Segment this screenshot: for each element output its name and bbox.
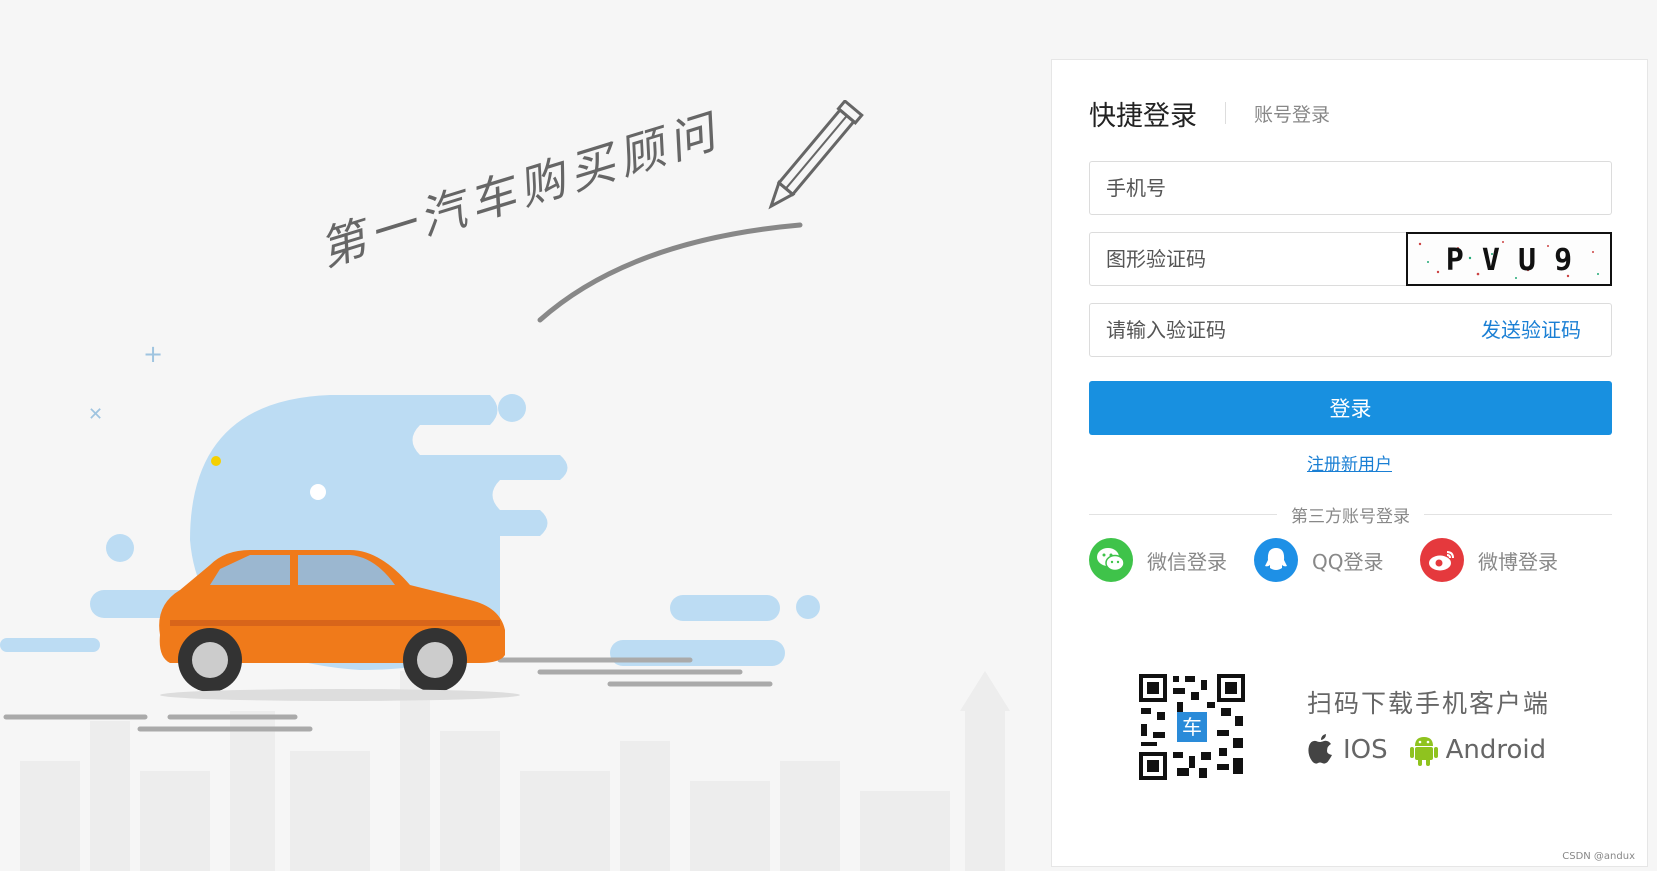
qq-login-label: QQ登录	[1312, 549, 1384, 574]
login-tabs: 快捷登录 账号登录	[1089, 88, 1330, 138]
weibo-login-label: 微博登录	[1478, 549, 1558, 574]
svg-text:✕: ✕	[88, 404, 103, 425]
svg-text:+: +	[143, 340, 163, 368]
login-panel: 快捷登录 账号登录 P V U 9 发送验证码	[1051, 59, 1648, 867]
hero-illustration: 第一汽车购买顾问 + ✕	[0, 0, 1050, 871]
ios-download-link[interactable]: IOS	[1307, 734, 1388, 766]
send-code-button[interactable]: 发送验证码	[1481, 304, 1581, 356]
phone-input[interactable]	[1090, 162, 1611, 214]
wechat-icon	[1089, 538, 1133, 582]
divider-line-right	[1424, 513, 1612, 515]
tab-divider	[1225, 102, 1226, 124]
download-links: IOS Android	[1307, 734, 1557, 766]
qq-login-button[interactable]: QQ登录	[1254, 537, 1383, 583]
wechat-login-label: 微信登录	[1147, 549, 1227, 574]
third-party-title: 第三方账号登录	[1291, 506, 1410, 527]
captcha-field: P V U 9	[1089, 232, 1612, 286]
captcha-noise: P V U 9	[1418, 241, 1599, 279]
captcha-image[interactable]: P V U 9	[1406, 232, 1612, 286]
qr-center-logo: 车	[1182, 715, 1202, 739]
sms-code-field: 发送验证码	[1089, 303, 1612, 357]
qq-icon	[1254, 538, 1298, 582]
apple-icon	[1308, 734, 1332, 764]
android-icon	[1409, 737, 1438, 766]
sms-code-input[interactable]	[1090, 304, 1450, 356]
app-download-section: 扫码下载手机客户端 IOS Android	[1307, 684, 1557, 766]
orange-car-illustration	[159, 550, 520, 701]
captcha-input[interactable]	[1090, 233, 1410, 285]
login-button[interactable]: 登录	[1089, 381, 1612, 435]
android-label: Android	[1445, 735, 1547, 765]
phone-field	[1089, 161, 1612, 215]
third-party-divider: 第三方账号登录	[1089, 502, 1612, 527]
download-title: 扫码下载手机客户端	[1307, 689, 1551, 718]
android-download-link[interactable]: Android	[1409, 734, 1547, 766]
weibo-icon	[1420, 538, 1464, 582]
wechat-login-button[interactable]: 微信登录	[1089, 537, 1227, 583]
ios-label: IOS	[1343, 735, 1388, 765]
tab-quick-login[interactable]: 快捷登录	[1089, 94, 1197, 133]
captcha-text: P V U 9	[1446, 243, 1572, 278]
weibo-login-button[interactable]: 微博登录	[1420, 537, 1558, 583]
tab-account-login[interactable]: 账号登录	[1254, 100, 1330, 127]
register-link[interactable]: 注册新用户	[1052, 450, 1647, 475]
app-qr-code: 车	[1137, 672, 1247, 782]
watermark: CSDN @andux	[1562, 851, 1635, 862]
divider-line-left	[1089, 513, 1277, 515]
